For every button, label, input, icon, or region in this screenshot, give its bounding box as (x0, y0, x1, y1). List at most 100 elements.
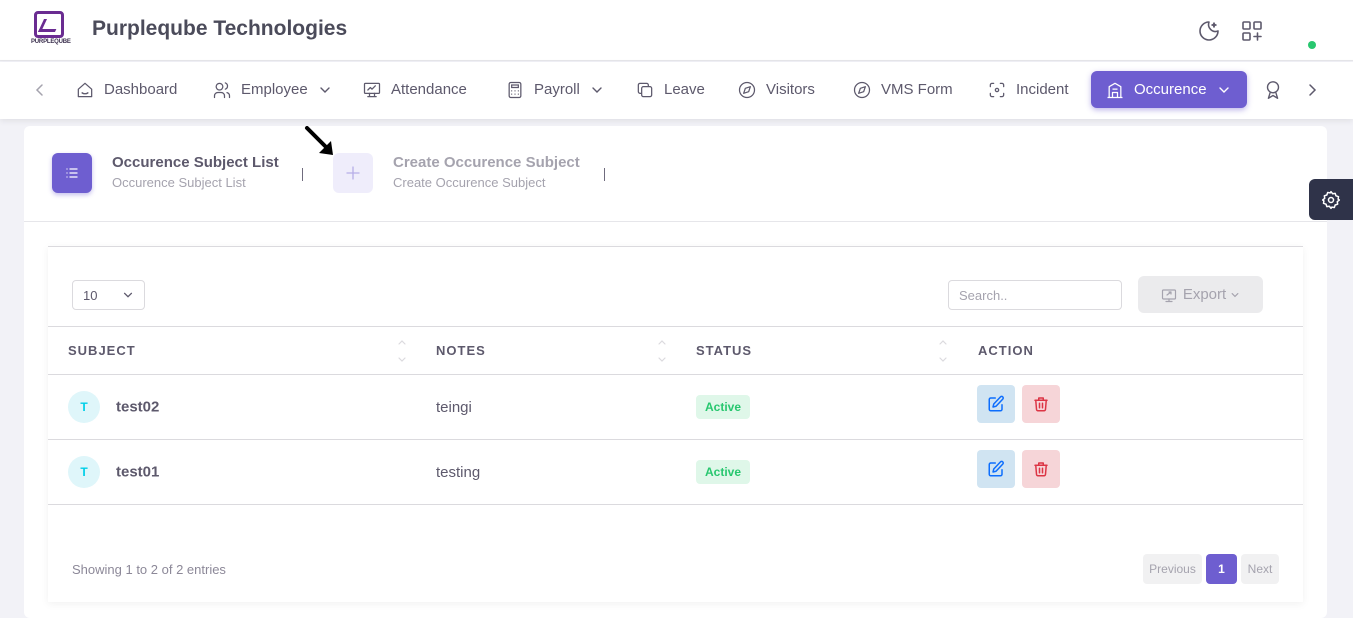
sort-icon (398, 340, 406, 362)
nav-label: Incident (1016, 81, 1069, 98)
edit-icon (988, 395, 1004, 411)
status-badge: Active (696, 395, 751, 419)
nav-item-occurence[interactable]: Occurence (1091, 71, 1247, 108)
column-label: SUBJECT (68, 343, 136, 358)
page-length-value: 10 (83, 287, 98, 303)
nav-item-visitors[interactable]: Visitors (737, 71, 815, 108)
status-badge: Active (696, 460, 751, 484)
delete-button[interactable] (1022, 449, 1060, 488)
building-icon (1107, 82, 1123, 98)
notes-cell: teingi (416, 374, 676, 440)
edit-button[interactable] (977, 384, 1015, 423)
edit-button[interactable] (977, 449, 1015, 488)
pagination-previous[interactable]: Previous (1143, 554, 1202, 584)
subject-name: test01 (116, 463, 160, 481)
home-icon (77, 82, 93, 97)
chart-icon (363, 82, 381, 97)
brand-name: Purpleqube Technologies (92, 17, 348, 40)
nav-label: Occurence (1134, 81, 1207, 98)
wizard-tabs: Occurence Subject List Occurence Subject… (24, 126, 1327, 222)
nav-label: VMS Form (881, 81, 953, 98)
nav-label: Payroll (534, 81, 580, 98)
list-icon (66, 168, 78, 178)
nav-label: Attendance (391, 81, 467, 98)
nav-label: Leave (664, 81, 705, 98)
chevron-down-icon (1231, 292, 1239, 297)
logo-mark (34, 11, 64, 38)
monitor-share-icon (1161, 288, 1176, 302)
action-cell (958, 374, 1303, 440)
company-logo[interactable]: PURPLEQUBE (31, 11, 71, 48)
avatar: T (68, 391, 100, 423)
users-icon (213, 81, 231, 98)
top-header: PURPLEQUBE Purpleqube Technologies (0, 0, 1353, 61)
column-header-subject[interactable]: SUBJECT (48, 326, 416, 375)
trash-icon (1034, 396, 1048, 411)
tab-create-button[interactable] (333, 153, 373, 193)
column-label: NOTES (436, 343, 486, 358)
tab-separator (302, 168, 303, 181)
chevron-down-icon (123, 292, 133, 298)
sort-icon (658, 340, 666, 362)
action-cell (958, 439, 1303, 505)
content-card: Occurence Subject List Occurence Subject… (24, 126, 1327, 618)
online-status-dot (1308, 41, 1316, 49)
chevron-down-icon (1218, 86, 1229, 93)
nav-item-employee[interactable]: Employee (212, 71, 332, 108)
delete-button[interactable] (1022, 384, 1060, 423)
subject-name: test02 (116, 398, 160, 416)
status-cell: Active (676, 374, 958, 440)
apps-add-icon[interactable] (1240, 19, 1264, 43)
pagination-page-1[interactable]: 1 (1206, 554, 1237, 584)
column-label: STATUS (696, 343, 753, 358)
nav-item-leave[interactable]: Leave (635, 71, 705, 108)
notes-cell: testing (416, 439, 676, 505)
nav-label: Employee (241, 81, 308, 98)
compass-icon (738, 81, 756, 98)
logo-text: PURPLEQUBE (31, 39, 71, 45)
nav-item-dashboard[interactable]: Dashboard (75, 71, 177, 108)
column-header-notes[interactable]: NOTES (416, 326, 676, 375)
nav-scroll-right-icon[interactable] (1302, 80, 1322, 100)
nav-label: Dashboard (104, 81, 178, 98)
award-icon[interactable] (1262, 79, 1284, 101)
nav-item-vms-form[interactable]: VMS Form (852, 71, 953, 108)
tab-list-button[interactable] (52, 153, 92, 193)
avatar: T (68, 456, 100, 488)
main-navbar: Dashboard Employee Attendance Payroll Le… (0, 62, 1353, 119)
table-header-row: SUBJECT NOTES STATUS ACTION (48, 326, 1303, 375)
tab-separator (604, 168, 605, 181)
pagination-next[interactable]: Next (1241, 554, 1279, 584)
tab-title[interactable]: Occurence Subject List (112, 154, 279, 171)
plus-icon (346, 166, 360, 180)
subject-cell: Ttest01 (48, 439, 416, 505)
datatable-panel: 10 Export SUBJECT NOTES (48, 246, 1303, 602)
column-label: ACTION (978, 343, 1034, 358)
table-row: Ttest01 testing Active (48, 439, 1303, 505)
status-cell: Active (676, 439, 958, 505)
moon-icon[interactable] (1197, 19, 1221, 43)
table-info: Showing 1 to 2 of 2 entries (72, 562, 226, 577)
nav-item-incident[interactable]: Incident (987, 71, 1069, 108)
subject-cell: Ttest02 (48, 374, 416, 440)
search-input[interactable] (948, 280, 1122, 310)
nav-item-attendance[interactable]: Attendance (362, 71, 467, 108)
tab-subtitle: Create Occurence Subject (393, 175, 546, 190)
edit-icon (988, 460, 1004, 476)
gear-icon (1321, 190, 1341, 209)
nav-item-payroll[interactable]: Payroll (505, 71, 604, 108)
tab-title[interactable]: Create Occurence Subject (393, 154, 580, 171)
page-length-select[interactable]: 10 (72, 280, 145, 310)
nav-scroll-left-icon[interactable] (30, 80, 50, 100)
tab-subtitle: Occurence Subject List (112, 175, 246, 190)
export-label: Export (1182, 286, 1227, 303)
trash-icon (1034, 461, 1048, 476)
calculator-icon (508, 81, 522, 98)
export-button[interactable]: Export (1138, 276, 1263, 313)
chevron-down-icon (592, 86, 602, 93)
theme-customizer-toggle[interactable] (1309, 179, 1353, 220)
sort-icon (939, 340, 947, 362)
focus-icon (989, 82, 1005, 97)
column-header-status[interactable]: STATUS (676, 326, 958, 375)
mouse-cursor-icon (305, 126, 333, 155)
